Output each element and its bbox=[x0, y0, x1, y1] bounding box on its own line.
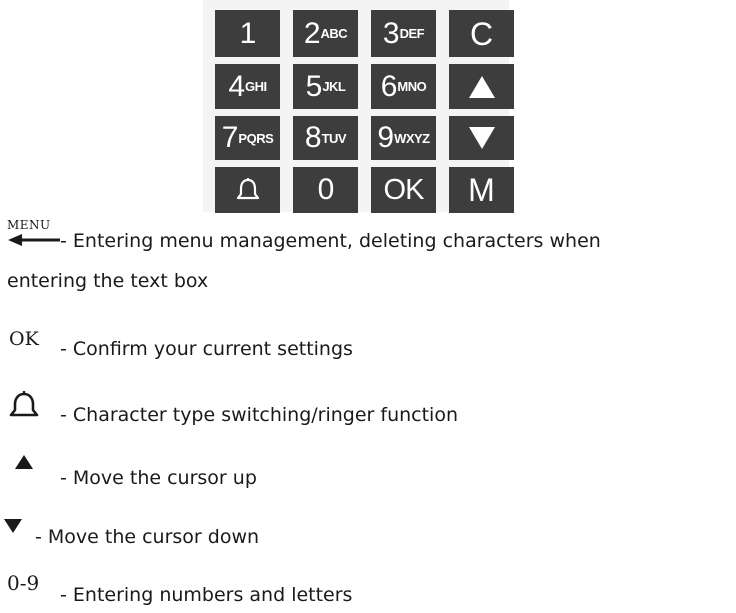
key-3[interactable]: 3 DEF bbox=[371, 10, 436, 57]
key-digit: 2 bbox=[303, 16, 321, 50]
key-up[interactable] bbox=[449, 64, 514, 109]
key-6[interactable]: 6 MNO bbox=[371, 64, 436, 109]
key-digit: 3 bbox=[382, 16, 400, 50]
key-digit: 7 bbox=[221, 121, 239, 154]
key-1[interactable]: 1 bbox=[215, 10, 280, 57]
key-4[interactable]: 4 GHI bbox=[215, 64, 280, 109]
ok-description: - Confirm your current settings bbox=[60, 338, 353, 360]
key-m[interactable]: M bbox=[449, 167, 514, 213]
key-down[interactable] bbox=[449, 116, 514, 160]
key-label: 0 bbox=[317, 173, 335, 206]
key-8[interactable]: 8 TUV bbox=[293, 116, 358, 160]
triangle-down-icon bbox=[4, 519, 22, 533]
key-digit: 6 bbox=[380, 69, 398, 103]
triangle-down-icon bbox=[468, 127, 495, 149]
menu-description: - Entering menu management, deleting cha… bbox=[60, 230, 601, 252]
triangle-up-icon bbox=[15, 455, 33, 469]
triangle-up-icon bbox=[468, 75, 495, 98]
key-bell[interactable] bbox=[215, 167, 280, 213]
up-description: - Move the cursor up bbox=[60, 467, 257, 489]
bell-icon bbox=[9, 391, 39, 417]
key-letters: JKL bbox=[322, 79, 346, 94]
key-label: M bbox=[468, 172, 495, 208]
arrow-left-icon bbox=[8, 234, 60, 246]
key-digit: 9 bbox=[377, 121, 394, 154]
menu-description-continued: entering the text box bbox=[7, 270, 209, 292]
bell-description: - Character type switching/ringer functi… bbox=[60, 404, 459, 426]
key-c[interactable]: C bbox=[449, 10, 514, 57]
key-9[interactable]: 9 WXYZ bbox=[371, 116, 436, 160]
key-label: OK bbox=[383, 173, 425, 206]
keypad: 1 2 ABC 3 DEF C 4 GHI 5 JKL 6 MNO 7 PQRS… bbox=[203, 0, 514, 213]
key-letters: WXYZ bbox=[394, 130, 430, 146]
digits-description: - Entering numbers and letters bbox=[60, 584, 353, 606]
key-letters: TUV bbox=[321, 130, 347, 146]
bell-icon bbox=[236, 178, 259, 200]
key-digit: 8 bbox=[304, 121, 322, 154]
key-label: C bbox=[469, 15, 494, 52]
key-letters: ABC bbox=[320, 26, 348, 41]
key-digit: 1 bbox=[239, 16, 257, 50]
key-2[interactable]: 2 ABC bbox=[293, 10, 358, 57]
key-ok[interactable]: OK bbox=[371, 167, 436, 213]
menu-label: MENU bbox=[7, 218, 51, 232]
digits-label: 0-9 bbox=[7, 571, 40, 595]
key-0[interactable]: 0 bbox=[293, 167, 358, 213]
down-description: - Move the cursor down bbox=[35, 526, 260, 548]
ok-label: OK bbox=[9, 328, 39, 350]
key-7[interactable]: 7 PQRS bbox=[215, 116, 280, 160]
key-digit: 4 bbox=[228, 69, 245, 103]
key-digit: 5 bbox=[305, 69, 323, 103]
key-letters: MNO bbox=[397, 79, 427, 94]
key-5[interactable]: 5 JKL bbox=[293, 64, 358, 109]
key-letters: DEF bbox=[399, 26, 425, 41]
key-letters: GHI bbox=[245, 79, 267, 94]
key-letters: PQRS bbox=[238, 130, 274, 146]
